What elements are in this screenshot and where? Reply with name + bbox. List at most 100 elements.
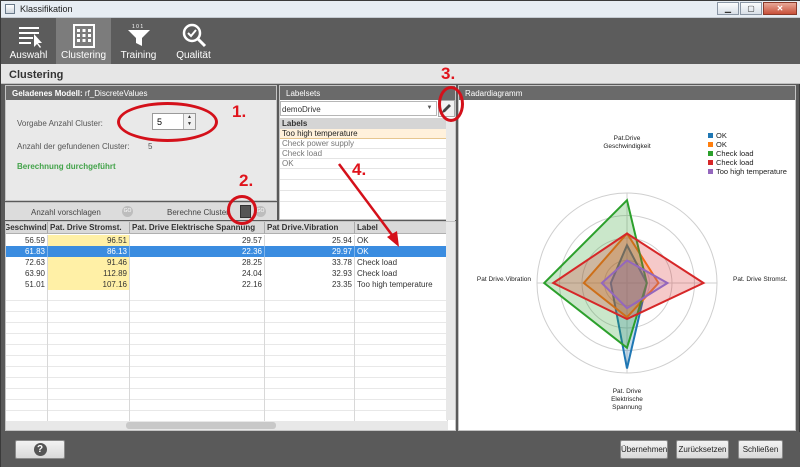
- cluster-table: GeschwindigkeitPat. Drive Stromst.Pat. D…: [5, 221, 456, 431]
- table-row[interactable]: 63.90 112.89 24.04 32.93 Check load: [6, 268, 448, 279]
- suggest-count-label: Anzahl vorschlagen: [31, 208, 101, 217]
- window-title: Klassifikation: [20, 4, 73, 14]
- legend-swatch: [708, 142, 713, 147]
- toolbar-auswahl[interactable]: Auswahl: [1, 18, 56, 64]
- funnel-icon: 1 0 1: [127, 24, 150, 46]
- toolbar-label: Training: [120, 50, 157, 61]
- table-cell-empty: [265, 312, 355, 323]
- table-cell-empty: [48, 367, 130, 378]
- table-cell-empty: [355, 356, 448, 367]
- table-row-empty: [6, 367, 448, 378]
- annotation-arrow: [337, 163, 399, 247]
- help-button[interactable]: ?: [15, 440, 65, 459]
- title-bar: Klassifikation ▁ ▢ ✕: [1, 1, 800, 18]
- table-cell-empty: [48, 356, 130, 367]
- close-button[interactable]: Schließen: [738, 440, 783, 459]
- table-cell: Check load: [355, 257, 448, 268]
- app-window: Klassifikation ▁ ▢ ✕ Auswahl Clustering: [0, 0, 800, 467]
- compute-cluster-label: Berechne Cluster: [167, 208, 229, 217]
- accept-button[interactable]: Übernehmen: [620, 440, 668, 459]
- column-header[interactable]: Geschwindigkeit: [6, 222, 48, 234]
- table-cell-empty: [355, 389, 448, 400]
- table-row[interactable]: 72.63 91.46 28.25 33.78 Check load: [6, 257, 448, 268]
- minimize-button[interactable]: ▁: [717, 2, 739, 15]
- table-hscrollbar[interactable]: [6, 421, 448, 430]
- label-item[interactable]: Too high temperature: [280, 129, 448, 139]
- table-row-empty: [6, 378, 448, 389]
- legend-label: Check load: [716, 149, 754, 158]
- maximize-button[interactable]: ▢: [740, 2, 762, 15]
- table-cell-empty: [48, 378, 130, 389]
- chevron-down-icon[interactable]: ▼: [423, 102, 436, 115]
- table-cell-empty: [130, 312, 265, 323]
- table-row-empty: [6, 312, 448, 323]
- table-cell: Too high temperature: [355, 279, 448, 290]
- table-cell-empty: [130, 301, 265, 312]
- label-item[interactable]: Check load: [280, 149, 448, 159]
- annotation-2: 2.: [239, 171, 254, 190]
- status-message: Berechnung durchgeführt: [17, 162, 116, 171]
- toolbar-qualitaet[interactable]: Qualität: [166, 18, 221, 64]
- column-header[interactable]: Pat. Drive Stromst.: [48, 222, 130, 234]
- labels-scrollbar[interactable]: [446, 118, 455, 221]
- table-cell-empty: [355, 367, 448, 378]
- radar-axis-label: Pat. Drive Stromst.: [733, 276, 788, 283]
- table-cell: Check load: [355, 268, 448, 279]
- cluster-count-label: Vorgabe Anzahl Cluster:: [17, 119, 103, 128]
- table-cell-empty: [130, 345, 265, 356]
- table-cell-empty: [6, 378, 48, 389]
- label-item[interactable]: Check power supply: [280, 139, 448, 149]
- legend-label: Check load: [716, 158, 754, 167]
- table-cell: 56.59: [6, 235, 48, 246]
- table-cell-empty: [6, 290, 48, 301]
- table-cell-empty: [6, 301, 48, 312]
- table-vscrollbar[interactable]: [446, 222, 455, 420]
- suggest-count-button[interactable]: GO: [122, 206, 133, 217]
- legend-label: OK: [716, 140, 727, 149]
- table-cell-empty: [6, 312, 48, 323]
- table-cell-empty: [48, 301, 130, 312]
- reset-button[interactable]: Zurücksetzen: [676, 440, 729, 459]
- table-cell: 107.16: [48, 279, 130, 290]
- table-cell-empty: [355, 378, 448, 389]
- table-cell-empty: [130, 400, 265, 411]
- table-cell-empty: [355, 323, 448, 334]
- close-window-button[interactable]: ✕: [763, 2, 797, 15]
- table-cell-empty: [355, 400, 448, 411]
- table-cell-empty: [130, 378, 265, 389]
- annotation-ring-3: [438, 86, 464, 122]
- toolbar-label: Clustering: [60, 50, 107, 61]
- labelset-select[interactable]: demoDrive ▼: [280, 101, 437, 116]
- radar-panel: Radardiagramm Pat.Drive Geschwindigkeit Pa…: [458, 85, 796, 431]
- legend-label: Too high temperature: [716, 167, 787, 176]
- table-row-empty: [6, 290, 448, 301]
- legend-swatch: [708, 169, 713, 174]
- table-cell-empty: [48, 345, 130, 356]
- table-cell: 61.83: [6, 246, 48, 257]
- labelset-selected: demoDrive: [282, 105, 321, 114]
- table-cell-empty: [130, 389, 265, 400]
- legend-swatch: [708, 151, 713, 156]
- table-cell-empty: [355, 345, 448, 356]
- table-cell: 91.46: [48, 257, 130, 268]
- page-title: Clustering: [1, 64, 800, 84]
- toolbar-training[interactable]: 1 0 1 Training: [111, 18, 166, 64]
- table-cell: 112.89: [48, 268, 130, 279]
- table-cell-empty: [355, 334, 448, 345]
- toolbar-clustering[interactable]: Clustering: [56, 18, 111, 64]
- table-cell-empty: [265, 367, 355, 378]
- table-cell-empty: [6, 400, 48, 411]
- table-cell-empty: [48, 312, 130, 323]
- table-cell-empty: [6, 334, 48, 345]
- toolbar-label: Auswahl: [9, 50, 48, 61]
- table-row[interactable]: 51.01 107.16 22.16 23.35 Too high temperatur…: [6, 279, 448, 290]
- table-cell: 28.25: [130, 257, 265, 268]
- found-clusters-value: 5: [148, 142, 153, 151]
- radar-axis-label: Pat. Drive Elektrische Spannung: [611, 388, 643, 411]
- legend-swatch: [708, 133, 713, 138]
- table-cell: 22.16: [130, 279, 265, 290]
- table-cell: 96.51: [48, 235, 130, 246]
- table-cell: 72.63: [6, 257, 48, 268]
- hscroll-thumb[interactable]: [126, 422, 276, 429]
- annotation-3: 3.: [441, 64, 456, 83]
